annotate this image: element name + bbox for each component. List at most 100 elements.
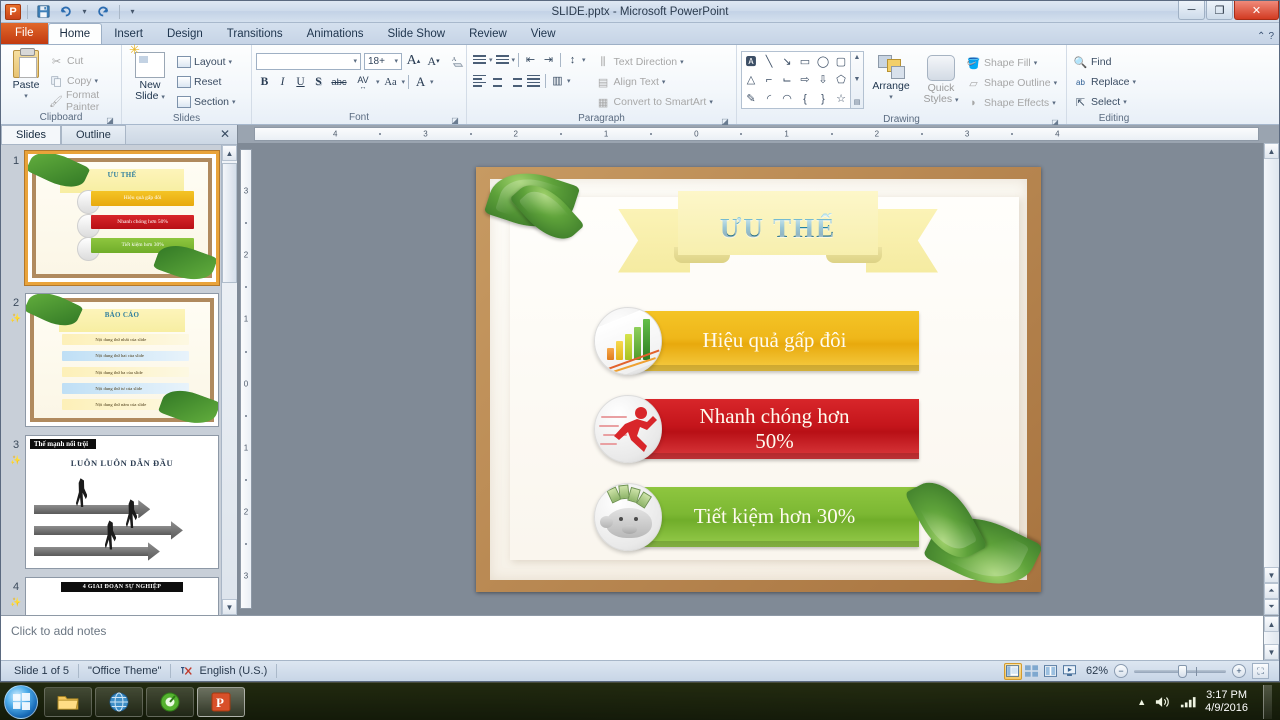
chevron-down-icon[interactable]: ▾	[489, 56, 493, 64]
slide-counter[interactable]: Slide 1 of 5	[5, 664, 80, 678]
tab-home[interactable]: Home	[47, 23, 103, 44]
zoom-in-button[interactable]: +	[1232, 664, 1246, 678]
slide-vertical-scrollbar[interactable]: ▲ ▼ ⏶ ⏷	[1263, 143, 1279, 615]
shapes-gallery[interactable]: 🅰 ╲ ↘ ▭ ◯ ▢ △ ⌐ ⌙ ⇨ ⇩ ⬠ ✎ ◜ ◠ {} ☆	[741, 51, 851, 109]
quick-styles-button[interactable]: Quick Styles ▾	[918, 51, 964, 108]
maximize-button[interactable]: ❐	[1206, 1, 1233, 20]
tab-file[interactable]: File	[1, 22, 48, 44]
slide-canvas[interactable]: ƯU THẾ Hiệu quả gấp đôi Nhanh chóng hơn …	[254, 143, 1263, 615]
chevron-down-icon[interactable]: ▾	[376, 78, 380, 86]
layout-button[interactable]: Layout ▾	[174, 52, 238, 72]
undo-dropdown-icon[interactable]: ▾	[78, 3, 91, 21]
slide-item-3[interactable]: Tiết kiệm hơn 30%	[594, 482, 919, 551]
shape-effects-button[interactable]: ◗ Shape Effects ▾	[964, 93, 1059, 113]
tab-view[interactable]: View	[519, 23, 568, 44]
reset-button[interactable]: Reset	[174, 72, 238, 92]
shapes-gallery-scrollbar[interactable]: ▲ ▼ ▤	[851, 51, 864, 109]
taskbar-powerpoint[interactable]: P	[197, 686, 245, 717]
rectangle-shape-icon[interactable]: ▭	[800, 55, 810, 68]
slide-item-1[interactable]: Hiệu quả gấp đôi	[594, 306, 919, 375]
chevron-down-icon[interactable]: ▾	[430, 78, 434, 86]
star-shape-icon[interactable]: ☆	[836, 92, 846, 105]
slide-thumbnail-3[interactable]: Thế mạnh nổi trội LUÔN LUÔN DẪN ĐẦU	[25, 435, 219, 569]
scroll-up-icon[interactable]: ▲	[1264, 616, 1279, 632]
columns-icon[interactable]: ▥	[549, 72, 566, 89]
start-button[interactable]	[4, 684, 38, 719]
clipboard-dialog-launcher-icon[interactable]: ◪	[105, 114, 115, 125]
curve-shape-icon[interactable]: ◜	[767, 92, 771, 105]
replace-button[interactable]: ab Replace ▾	[1071, 72, 1138, 92]
scrollbar-thumb[interactable]	[222, 163, 237, 283]
chevron-down-icon[interactable]: ▾	[512, 56, 516, 64]
slide-title-banner[interactable]: ƯU THẾ	[618, 190, 938, 273]
previous-slide-icon[interactable]: ⏶	[1264, 583, 1279, 599]
save-icon[interactable]	[34, 3, 52, 21]
tab-animations[interactable]: Animations	[295, 23, 376, 44]
slide-item-2-bar[interactable]: Nhanh chóng hơn 50%	[630, 398, 919, 459]
align-text-button[interactable]: ▤ Align Text ▾	[594, 72, 715, 92]
freeform-shape-icon[interactable]: ✎	[746, 92, 755, 105]
decrease-indent-icon[interactable]: ⇤	[522, 51, 539, 68]
pentagon-shape-icon[interactable]: ⬠	[836, 73, 846, 86]
fit-slide-to-window-icon[interactable]: ⛶	[1252, 663, 1269, 679]
shape-fill-button[interactable]: 🪣 Shape Fill ▾	[964, 53, 1059, 73]
text-shadow-button[interactable]: S	[310, 73, 327, 91]
tab-transitions[interactable]: Transitions	[215, 23, 295, 44]
scroll-up-icon[interactable]: ▲	[1264, 143, 1279, 159]
numbering-icon[interactable]	[494, 51, 511, 68]
character-spacing-button[interactable]: AV ↔	[351, 73, 375, 91]
slide-thumbnail-1[interactable]: ƯU THẾ Hiệu quả gấp đôi Nhanh chóng hơn …	[25, 151, 219, 285]
tab-insert[interactable]: Insert	[102, 23, 155, 44]
oval-shape-icon[interactable]: ◯	[817, 55, 829, 68]
find-button[interactable]: 🔍 Find	[1071, 52, 1138, 72]
theme-name[interactable]: "Office Theme"	[79, 664, 172, 678]
paste-button[interactable]: Paste ▾	[5, 48, 47, 104]
scroll-down-icon[interactable]: ▼	[222, 599, 237, 615]
shape-outline-button[interactable]: ▱ Shape Outline ▾	[964, 73, 1059, 93]
slide-sorter-view-button[interactable]	[1023, 663, 1041, 680]
new-slide-button[interactable]: New Slide ▾	[126, 44, 174, 105]
slide-item-1-bar[interactable]: Hiệu quả gấp đôi	[630, 310, 919, 371]
scroll-down-icon[interactable]: ▼	[854, 76, 861, 83]
shapes-more-icon[interactable]: ▤	[854, 98, 861, 106]
scroll-down-icon[interactable]: ▼	[1264, 567, 1279, 583]
tab-review[interactable]: Review	[457, 23, 519, 44]
current-slide[interactable]: ƯU THẾ Hiệu quả gấp đôi Nhanh chóng hơn …	[476, 166, 1041, 592]
italic-button[interactable]: I	[274, 73, 291, 91]
down-arrow-shape-icon[interactable]: ⇩	[818, 73, 827, 86]
zoom-control[interactable]: 62% − + ⛶	[1080, 663, 1275, 679]
arrange-button[interactable]: Arrange ▾	[864, 51, 918, 105]
list-item[interactable]: 1 ƯU THẾ Hiệu quả gấp đôi Nhanh chóng hơ…	[1, 151, 221, 293]
section-button[interactable]: Section ▾	[174, 92, 238, 112]
language-indicator[interactable]: English (U.S.)	[171, 664, 278, 678]
paragraph-dialog-launcher-icon[interactable]: ◪	[720, 115, 730, 126]
minimize-ribbon-icon[interactable]: ⌃	[1257, 31, 1265, 42]
show-desktop-button[interactable]	[1263, 684, 1272, 719]
triangle-shape-icon[interactable]: △	[747, 73, 755, 86]
chevron-down-icon[interactable]: ▾	[567, 77, 571, 85]
elbow-connector-shape-icon[interactable]: ⌐	[766, 74, 772, 86]
slide-thumbnail-4[interactable]: 4 GIAI ĐOẠN SỰ NGHIỆP	[25, 577, 219, 615]
align-left-icon[interactable]	[471, 72, 488, 89]
close-button[interactable]: ✕	[1234, 1, 1279, 20]
help-icon[interactable]: ?	[1268, 31, 1274, 42]
font-size-input[interactable]: 18+ ▾	[364, 52, 402, 70]
scroll-up-icon[interactable]: ▲	[854, 54, 861, 61]
chevron-down-icon[interactable]: ▾	[402, 78, 406, 86]
rounded-rectangle-shape-icon[interactable]: ▢	[836, 55, 846, 68]
line-spacing-icon[interactable]: ↕	[564, 51, 581, 68]
convert-to-smartart-button[interactable]: ▦ Convert to SmartArt ▾	[594, 92, 715, 112]
horizontal-ruler[interactable]: 4 3 2 1 0 1 2 3 4	[254, 127, 1259, 141]
elbow-arrow-shape-icon[interactable]: ⌙	[782, 73, 791, 86]
text-box-shape-icon[interactable]: 🅰	[746, 53, 757, 69]
next-slide-icon[interactable]: ⏷	[1264, 599, 1279, 615]
notes-scrollbar[interactable]: ▲ ▼	[1263, 616, 1279, 660]
taskbar-clock[interactable]: 3:17 PM 4/9/2016	[1205, 689, 1248, 715]
slide-thumbnail-2[interactable]: BÁO CÁO ★Nội dung thứ nhất của slide ★Nộ…	[25, 293, 219, 427]
list-item[interactable]: 4 ✨ 4 GIAI ĐOẠN SỰ NGHIỆP	[1, 577, 221, 615]
undo-icon[interactable]	[56, 3, 74, 21]
normal-view-button[interactable]	[1003, 662, 1022, 680]
list-item[interactable]: 3 ✨ Thế mạnh nổi trội LUÔN LUÔN DẪN ĐẦU	[1, 435, 221, 577]
format-painter-button[interactable]: 🖌 Format Painter	[47, 89, 117, 113]
font-dialog-launcher-icon[interactable]: ◪	[450, 114, 460, 125]
